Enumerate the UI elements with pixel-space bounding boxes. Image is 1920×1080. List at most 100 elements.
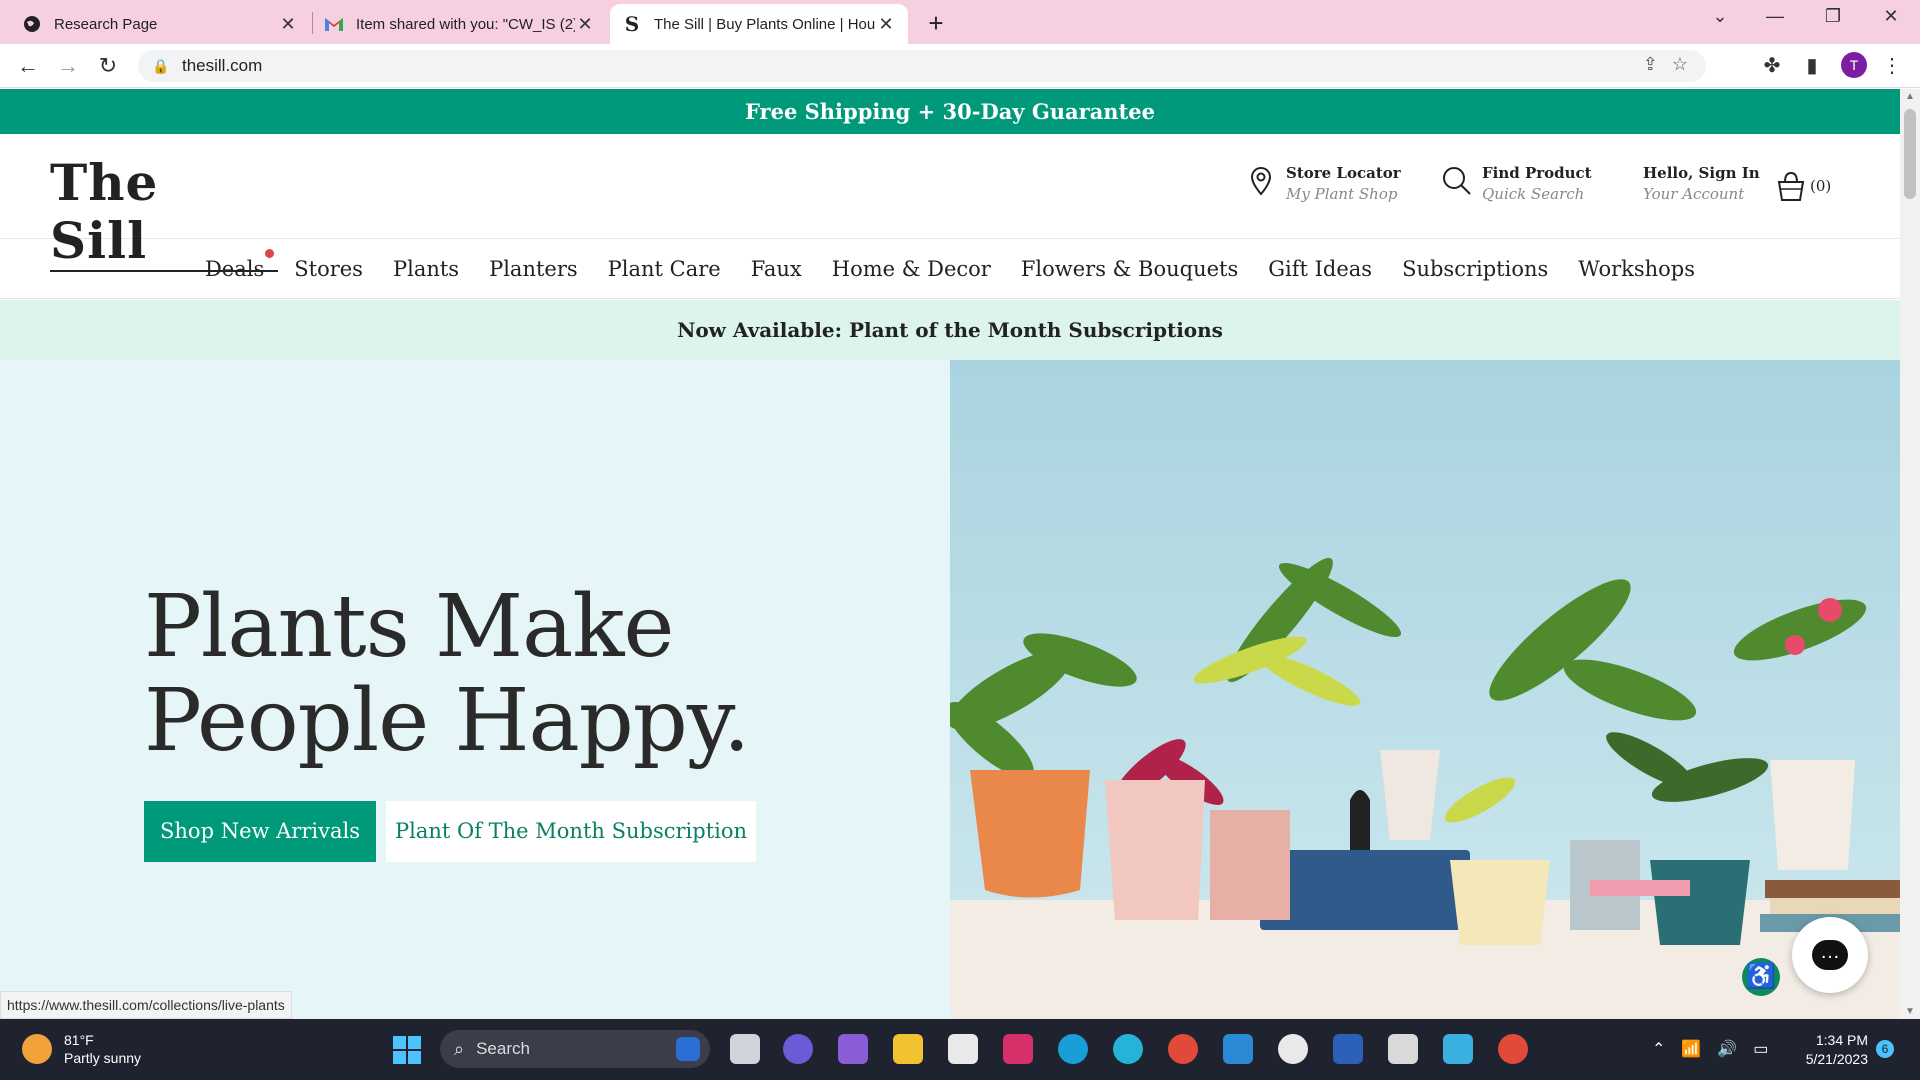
window-close-icon[interactable]: ✕: [1876, 6, 1906, 27]
taskbar-search-placeholder: Search: [476, 1039, 530, 1058]
restore-icon[interactable]: ❐: [1818, 6, 1848, 27]
wifi-icon[interactable]: 📶: [1681, 1039, 1701, 1059]
nav-item-workshops[interactable]: Workshops: [1578, 257, 1695, 281]
find-product-link[interactable]: Find Product Quick Search: [1440, 164, 1592, 203]
side-panel-icon[interactable]: ▮: [1800, 54, 1824, 78]
word-icon[interactable]: [1333, 1034, 1363, 1064]
store-locator-link[interactable]: Store Locator My Plant Shop: [1244, 164, 1401, 203]
chat-bubble-icon: …: [1812, 940, 1848, 970]
clock-time: 1:34 PM: [1815, 1032, 1868, 1048]
task-view-icon[interactable]: [730, 1034, 760, 1064]
windows-start-icon[interactable]: [393, 1036, 421, 1064]
nav-item-flowers-bouquets[interactable]: Flowers & Bouquets: [1021, 257, 1238, 281]
chevron-up-icon[interactable]: ⌃: [1652, 1039, 1665, 1059]
tab-title: Research Page: [54, 15, 158, 33]
promo-banner[interactable]: Free Shipping + 30-Day Guarantee: [0, 89, 1900, 134]
bookmark-star-icon[interactable]: ☆: [1672, 54, 1688, 75]
lock-icon: 🔒: [152, 57, 170, 74]
nav-item-plants[interactable]: Plants: [393, 257, 459, 281]
hero-text-panel: Plants Make People Happy. Shop New Arriv…: [0, 360, 950, 1019]
nav-item-home-decor[interactable]: Home & Decor: [832, 257, 991, 281]
nav-item-deals[interactable]: Deals: [204, 248, 275, 281]
status-url-tooltip: https://www.thesill.com/collections/live…: [0, 991, 292, 1019]
new-tab-icon[interactable]: +: [922, 8, 950, 39]
accessibility-icon[interactable]: ♿: [1742, 958, 1780, 996]
gmail-icon: [324, 14, 344, 34]
tab-title: The Sill | Buy Plants Online | Hou: [654, 15, 876, 33]
forward-icon[interactable]: →: [54, 52, 82, 80]
search-icon: [1443, 167, 1471, 195]
url-field[interactable]: 🔒 thesill.com ⇪ ☆: [138, 50, 1706, 82]
hero-plants-image[interactable]: [950, 360, 1900, 1019]
plant-of-the-month-button[interactable]: Plant Of The Month Subscription: [386, 801, 756, 862]
web-page: Free Shipping + 30-Day Guarantee TheSill…: [0, 89, 1900, 1019]
taskbar-clock[interactable]: 1:34 PM 5/21/2023: [1798, 1031, 1868, 1069]
notification-dot: [265, 248, 275, 258]
shop-new-arrivals-button[interactable]: Shop New Arrivals: [144, 801, 376, 862]
cortana-icon[interactable]: [1113, 1034, 1143, 1064]
nav-item-planters[interactable]: Planters: [489, 257, 578, 281]
nav-item-stores[interactable]: Stores: [294, 257, 363, 281]
vscode-icon[interactable]: [1223, 1034, 1253, 1064]
system-tray: ⌃ 📶 🔊 ▭: [1652, 1039, 1768, 1059]
nav-item-subscriptions[interactable]: Subscriptions: [1402, 257, 1548, 281]
shopping-basket-icon: [1777, 171, 1805, 201]
close-icon[interactable]: ✕: [876, 14, 896, 35]
weather-widget[interactable]: 81°F Partly sunny: [22, 1031, 141, 1067]
snipping-tool-icon[interactable]: [1388, 1034, 1418, 1064]
volume-icon[interactable]: 🔊: [1717, 1039, 1737, 1059]
tab-gmail[interactable]: Item shared with you: "CW_IS (2) ✕: [312, 4, 607, 44]
chrome-icon[interactable]: [1168, 1034, 1198, 1064]
scrollbar-thumb[interactable]: [1904, 109, 1916, 199]
account-title: Hello, Sign In: [1643, 164, 1760, 182]
scroll-up-icon[interactable]: ▲: [1900, 91, 1920, 102]
chrome-profile-icon[interactable]: [1498, 1034, 1528, 1064]
weather-temp: 81°F: [64, 1032, 94, 1048]
cart-link[interactable]: (0): [1776, 170, 1831, 202]
page-scrollbar[interactable]: ▲ ▼: [1900, 89, 1920, 1019]
file-explorer-icon[interactable]: [893, 1034, 923, 1064]
bing-icon: [676, 1037, 700, 1061]
notepad-icon[interactable]: [1443, 1034, 1473, 1064]
share-icon[interactable]: ⇪: [1643, 54, 1658, 75]
reload-icon[interactable]: ↻: [94, 52, 122, 80]
tab-research-page[interactable]: Research Page ✕: [10, 4, 310, 44]
hero-headline: Plants Make People Happy.: [144, 580, 750, 771]
nav-item-faux[interactable]: Faux: [751, 257, 802, 281]
teams-chat-icon[interactable]: [783, 1034, 813, 1064]
find-product-subtitle: Quick Search: [1482, 185, 1585, 203]
close-icon[interactable]: ✕: [575, 14, 595, 35]
chat-button[interactable]: …: [1792, 917, 1868, 993]
microsoft-store-icon[interactable]: [948, 1034, 978, 1064]
account-link[interactable]: Hello, Sign In Your Account: [1643, 164, 1760, 203]
windows-taskbar: 81°F Partly sunny ⌕ Search ⌃ 📶 🔊 ▭ 1:34 …: [0, 1019, 1920, 1080]
hero-headline-line: People Happy.: [144, 671, 750, 771]
find-product-title: Find Product: [1482, 164, 1592, 182]
notification-badge[interactable]: 6: [1876, 1040, 1894, 1058]
tab-title: Item shared with you: "CW_IS (2): [356, 15, 575, 33]
address-bar-row: ← → ↻ 🔒 thesill.com ⇪ ☆ ✤ ▮ ⋮: [0, 44, 1920, 88]
extensions-icon[interactable]: ✤: [1760, 54, 1784, 78]
nav-item-plant-care[interactable]: Plant Care: [608, 257, 721, 281]
map-pin-icon: [1250, 166, 1272, 196]
emoji-app-icon[interactable]: [1278, 1034, 1308, 1064]
battery-icon[interactable]: ▭: [1753, 1039, 1768, 1059]
minimize-icon[interactable]: —: [1760, 6, 1790, 27]
taskbar-search[interactable]: ⌕ Search: [440, 1030, 710, 1068]
back-icon[interactable]: ←: [14, 52, 42, 80]
tab-the-sill[interactable]: S The Sill | Buy Plants Online | Hou ✕: [610, 4, 908, 44]
search-icon: ⌕: [454, 1038, 465, 1059]
menu-kebab-icon[interactable]: ⋮: [1880, 54, 1904, 78]
profile-avatar[interactable]: T: [1841, 52, 1867, 78]
instagram-icon[interactable]: [1003, 1034, 1033, 1064]
visual-studio-icon[interactable]: [838, 1034, 868, 1064]
potted-plants-illustration: [950, 360, 1900, 1019]
store-locator-subtitle: My Plant Shop: [1286, 185, 1398, 203]
chevron-down-icon[interactable]: ⌄: [1705, 6, 1735, 27]
scroll-down-icon[interactable]: ▼: [1900, 1006, 1920, 1017]
subscription-banner[interactable]: Now Available: Plant of the Month Subscr…: [0, 300, 1900, 360]
edge-icon[interactable]: [1058, 1034, 1088, 1064]
nav-item-gift-ideas[interactable]: Gift Ideas: [1268, 257, 1372, 281]
nav-label: Deals: [204, 256, 265, 281]
close-icon[interactable]: ✕: [278, 14, 298, 35]
